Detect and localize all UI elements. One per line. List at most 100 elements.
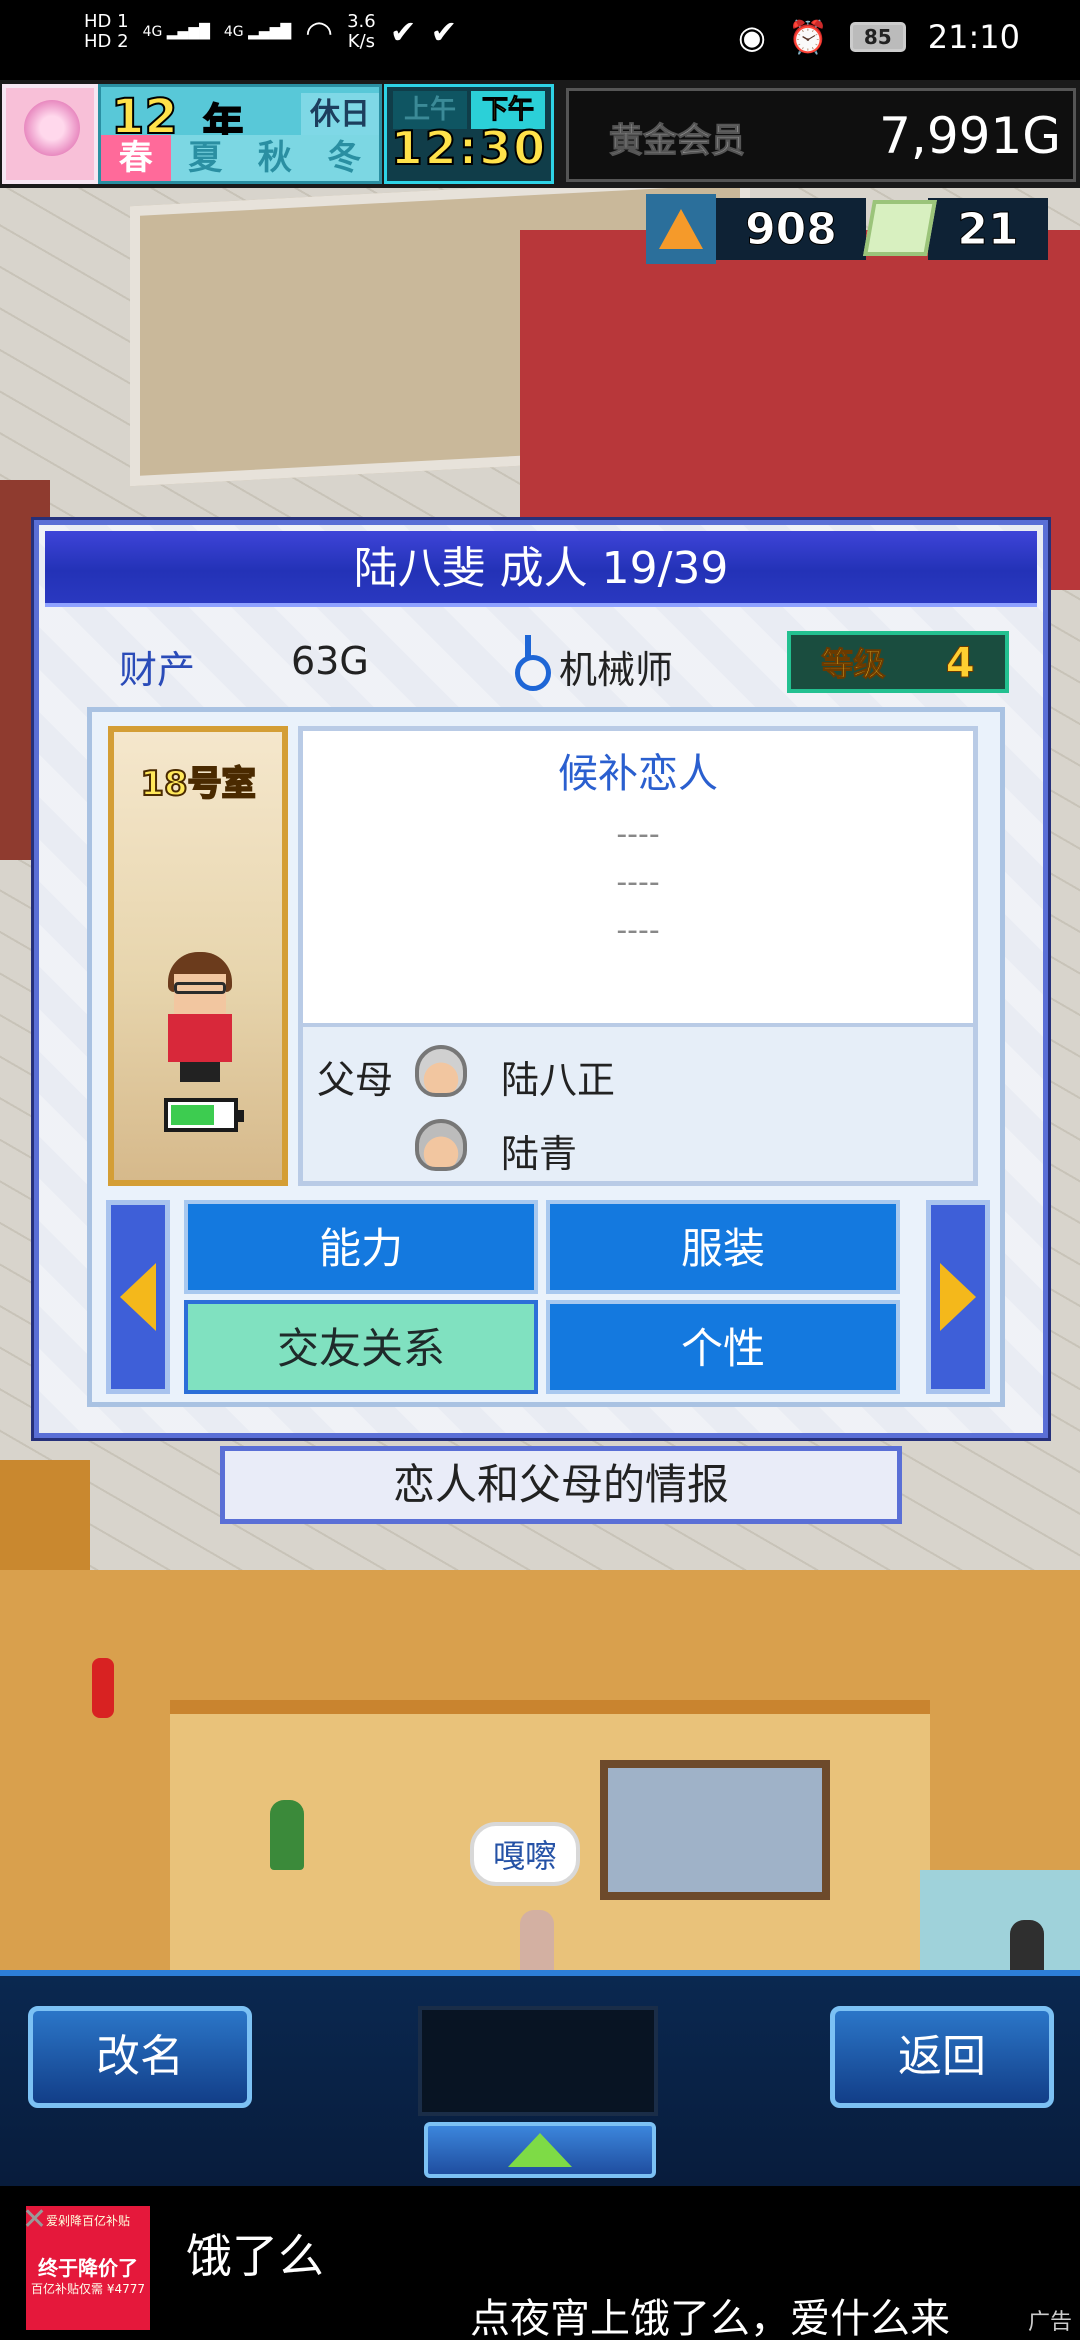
level-value: 4 <box>945 637 975 687</box>
rename-button[interactable]: 改名 <box>28 2006 252 2108</box>
arrow-left-icon <box>120 1263 156 1331</box>
status-time: 21:10 <box>927 18 1020 56</box>
hd2-label: HD 2 <box>84 31 129 52</box>
research-points: 908 <box>716 198 866 260</box>
next-resident-button[interactable] <box>926 1200 990 1394</box>
resident-summary: 财产 63G 机械师 等级 4 <box>79 629 1023 699</box>
lover-slot: ---- <box>616 865 660 900</box>
resident-npc[interactable] <box>270 1800 304 1870</box>
battery-indicator: 85 <box>849 22 906 52</box>
ad-text: 点夜宵上饿了么，爱什么来 <box>470 2296 950 2340</box>
date-panel: 12 年 休日 春 夏 秋 冬 <box>98 84 382 184</box>
energy-battery-icon <box>164 1098 244 1132</box>
lover-panel: 候补恋人 ---- ---- ---- 父母 陆八正 陆青 <box>298 726 978 1186</box>
holiday-label: 休日 <box>301 93 379 137</box>
bed <box>600 1760 830 1900</box>
character-sprite <box>162 952 238 1082</box>
hd1-label: HD 1 <box>84 11 129 32</box>
signal-icon-2: 4G ▂▄▆█ <box>223 24 292 40</box>
center-panel <box>418 2006 658 2116</box>
tab-area: 能力 服装 交友关系 个性 <box>106 1200 990 1394</box>
tab-clothing[interactable]: 服装 <box>546 1200 900 1294</box>
ad-banner[interactable]: 爱剁降百亿补贴 终于降价了 百亿补贴仅需 ¥4777 ✕ 饿了么 点夜宵上饿了么… <box>0 2186 1080 2340</box>
season-summer: 夏 <box>170 135 240 181</box>
bottom-bar: 改名 返回 <box>0 1970 1080 2186</box>
ticket-count: 21 <box>928 198 1048 260</box>
energy-fill <box>171 1105 214 1125</box>
arrow-up-icon <box>508 2133 572 2167</box>
check-icon: ✔ <box>389 13 417 51</box>
male-icon <box>509 635 551 693</box>
room-label: 18号室 <box>139 763 256 805</box>
tab-personality[interactable]: 个性 <box>546 1300 900 1394</box>
character-legs <box>180 1062 220 1082</box>
mother-name: 陆青 <box>501 1132 578 1176</box>
blossom-icon[interactable] <box>2 84 98 184</box>
asset-value: 63G <box>291 639 369 683</box>
tab-ability[interactable]: 能力 <box>184 1200 538 1294</box>
parents-label: 父母 <box>317 1058 394 1102</box>
season-spring: 春 <box>101 135 171 181</box>
net2-label: 4G <box>223 24 244 40</box>
glasses-icon <box>174 982 226 994</box>
asset-label: 财产 <box>119 648 196 692</box>
status-left: HD 1 HD 2 4G ▂▄▆█ 4G ▂▄▆█ ◠ 3.6 K/s ✔ ✔ <box>84 12 457 52</box>
job-value: 机械师 <box>559 648 674 692</box>
game-screen: HD 1 HD 2 4G ▂▄▆█ 4G ▂▄▆█ ◠ 3.6 K/s ✔ ✔ … <box>0 0 1080 2340</box>
ticket-icon <box>863 200 937 256</box>
level-badge: 等级 4 <box>787 631 1009 693</box>
lover-slot: ---- <box>616 913 660 948</box>
check-icon-2: ✔ <box>430 13 458 51</box>
lover-title: 候补恋人 <box>558 751 718 797</box>
status-right: ◉ ⏰ 85 21:10 <box>738 18 1020 56</box>
resident-info-dialog: 陆八斐 成人 19/39 财产 63G 机械师 等级 4 18号室 候补恋人 -… <box>34 520 1048 1438</box>
season-row: 春 夏 秋 冬 <box>101 135 379 181</box>
father-avatar <box>415 1045 467 1097</box>
speed-value: 3.6 <box>347 11 376 32</box>
flask-icon <box>646 194 716 264</box>
fire-extinguisher <box>92 1658 114 1718</box>
ad-image-promo: 终于降价了 <box>38 2256 138 2280</box>
resource-bar: 908 21 <box>646 192 1076 266</box>
lover-slot: ---- <box>616 817 660 852</box>
network-speed: 3.6 K/s <box>347 12 376 52</box>
character-body <box>168 1014 232 1062</box>
signal-icon: 4G ▂▄▆█ <box>142 24 210 40</box>
ad-image-promo2: 百亿补贴仅需 ¥4777 <box>31 2282 145 2296</box>
money-panel: 黄金会员 7,991G <box>566 88 1076 182</box>
resident-portrait: 18号室 <box>108 726 288 1186</box>
speech-bubble: 嘎嚓 <box>470 1822 580 1886</box>
prev-resident-button[interactable] <box>106 1200 170 1394</box>
father-name: 陆八正 <box>501 1058 616 1102</box>
speed-unit: K/s <box>347 31 376 52</box>
detail-panel: 18号室 候补恋人 ---- ---- ---- 父母 陆八正 陆青 能力 服装… <box>87 707 1005 1407</box>
net1-label: 4G <box>142 24 163 40</box>
wifi-icon: ◠ <box>305 13 334 51</box>
back-button[interactable]: 返回 <box>830 2006 1054 2108</box>
member-label: 黄金会员 <box>609 121 746 162</box>
expand-button[interactable] <box>424 2122 656 2178</box>
mother-avatar <box>415 1119 467 1171</box>
arrow-right-icon <box>940 1263 976 1331</box>
parents-section: 父母 陆八正 陆青 <box>303 1023 973 1181</box>
section-caption: 恋人和父母的情报 <box>220 1446 902 1524</box>
season-autumn: 秋 <box>240 135 310 181</box>
time-panel: 上午 下午 12:30 <box>384 84 554 184</box>
hud: 12 年 休日 春 夏 秋 冬 上午 下午 12:30 黄金会员 7,991G <box>0 80 1080 188</box>
status-bar: HD 1 HD 2 4G ▂▄▆█ 4G ▂▄▆█ ◠ 3.6 K/s ✔ ✔ … <box>0 0 1080 80</box>
eye-icon: ◉ <box>738 18 766 56</box>
game-clock: 12:30 <box>390 120 548 176</box>
ad-title: 饿了么 <box>186 2229 324 2283</box>
tab-relationships[interactable]: 交友关系 <box>184 1300 538 1394</box>
close-icon[interactable]: ✕ <box>22 2202 47 2237</box>
character-face <box>174 974 226 1014</box>
room-left-lower <box>0 1460 90 1580</box>
alarm-icon: ⏰ <box>787 18 828 56</box>
season-winter: 冬 <box>309 135 379 181</box>
money-value: 7,991G <box>879 107 1061 165</box>
ad-tag: 广告 <box>1027 2310 1072 2335</box>
dialog-title: 陆八斐 成人 19/39 <box>45 531 1037 607</box>
ad-image-badge: 爱剁降百亿补贴 <box>45 2214 130 2228</box>
level-label: 等级 <box>821 645 886 684</box>
hd-indicator: HD 1 HD 2 <box>84 12 129 52</box>
